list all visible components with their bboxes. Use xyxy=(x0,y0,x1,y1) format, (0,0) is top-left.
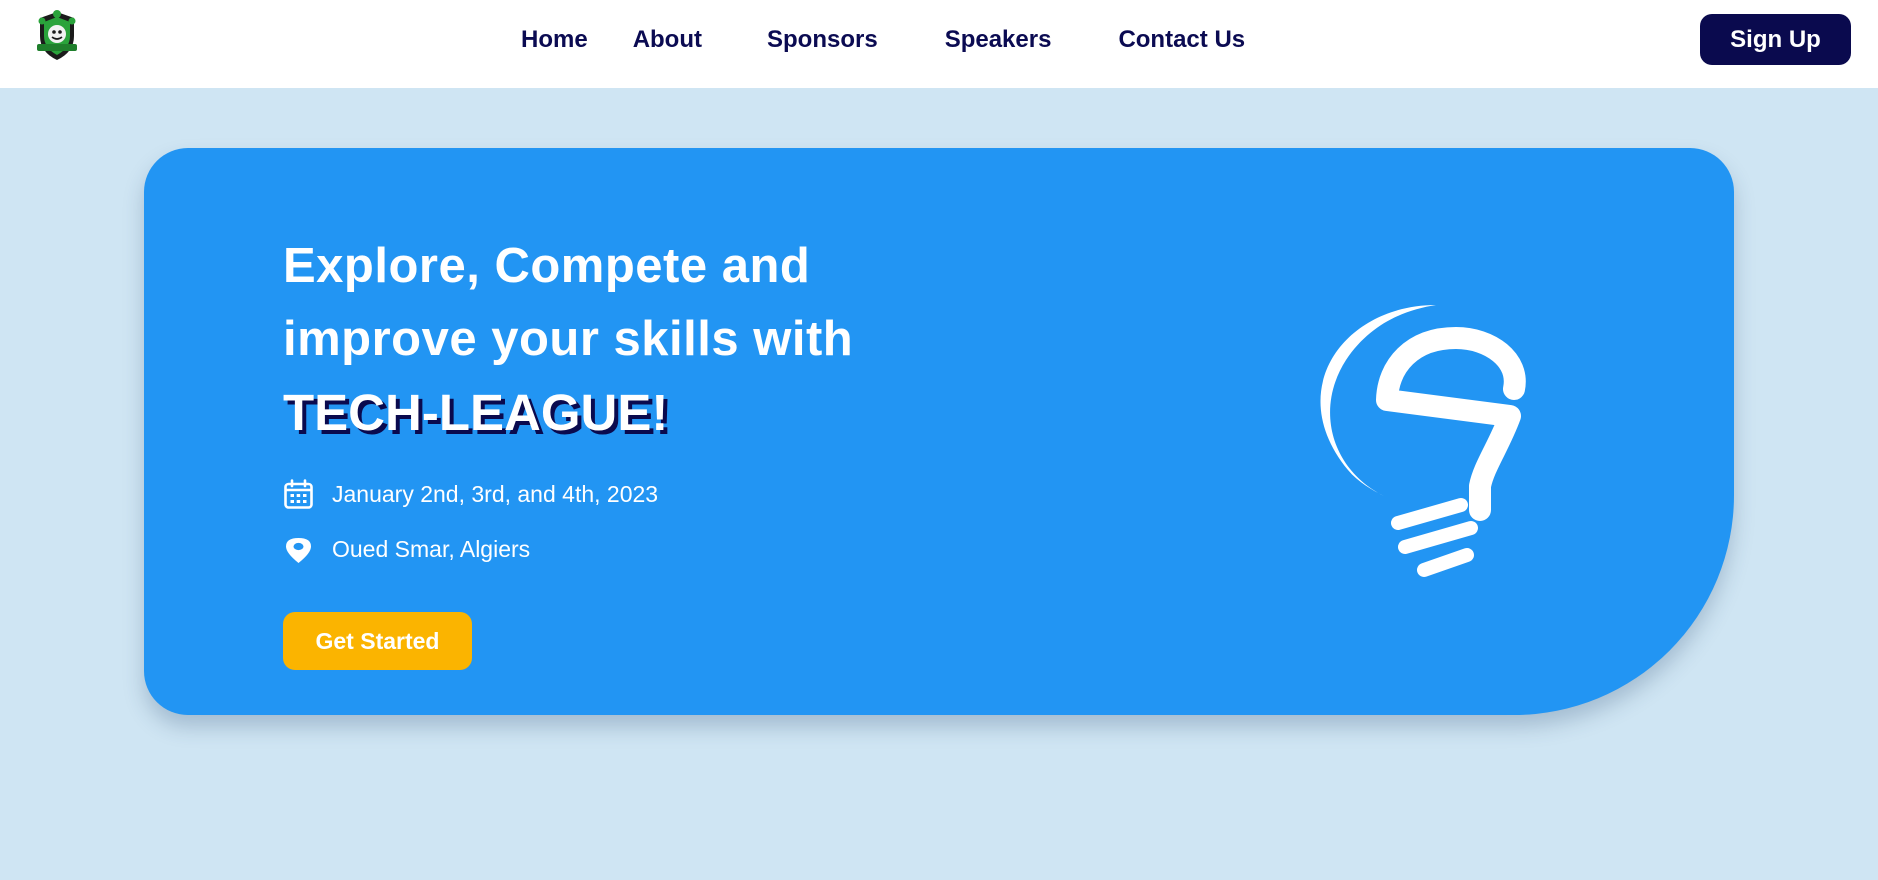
hero-card: Explore, Compete and improve your skills… xyxy=(144,148,1734,715)
nav-link-speakers[interactable]: Speakers xyxy=(945,26,1052,54)
event-location-text: Oued Smar, Algiers xyxy=(332,536,531,562)
nav-link-about[interactable]: About xyxy=(633,26,702,54)
headline-line-2: improve your skills with xyxy=(283,312,854,366)
event-location-row: Oued Smar, Algiers xyxy=(283,534,530,565)
team-crest-logo[interactable] xyxy=(30,8,84,64)
primary-nav: Home About Sponsors Speakers Contact Us xyxy=(521,0,1245,80)
headline-line-1: Explore, Compete and xyxy=(283,239,811,293)
hero-headline: Explore, Compete and improve your skills… xyxy=(283,230,1043,451)
lightbulb-icon xyxy=(1284,300,1544,620)
calendar-icon xyxy=(283,479,314,510)
brand-name: TECH-LEAGUE! xyxy=(283,384,669,441)
location-pin-icon xyxy=(283,534,314,565)
nav-link-contact-us[interactable]: Contact Us xyxy=(1118,26,1245,54)
nav-link-sponsors[interactable]: Sponsors xyxy=(767,26,878,54)
event-date-text: January 2nd, 3rd, and 4th, 2023 xyxy=(332,481,659,507)
top-navbar: Home About Sponsors Speakers Contact Us … xyxy=(0,0,1878,88)
get-started-button[interactable]: Get Started xyxy=(283,612,472,670)
sign-up-button[interactable]: Sign Up xyxy=(1700,14,1851,65)
event-date-row: January 2nd, 3rd, and 4th, 2023 xyxy=(283,479,658,510)
nav-link-home[interactable]: Home xyxy=(521,26,588,54)
